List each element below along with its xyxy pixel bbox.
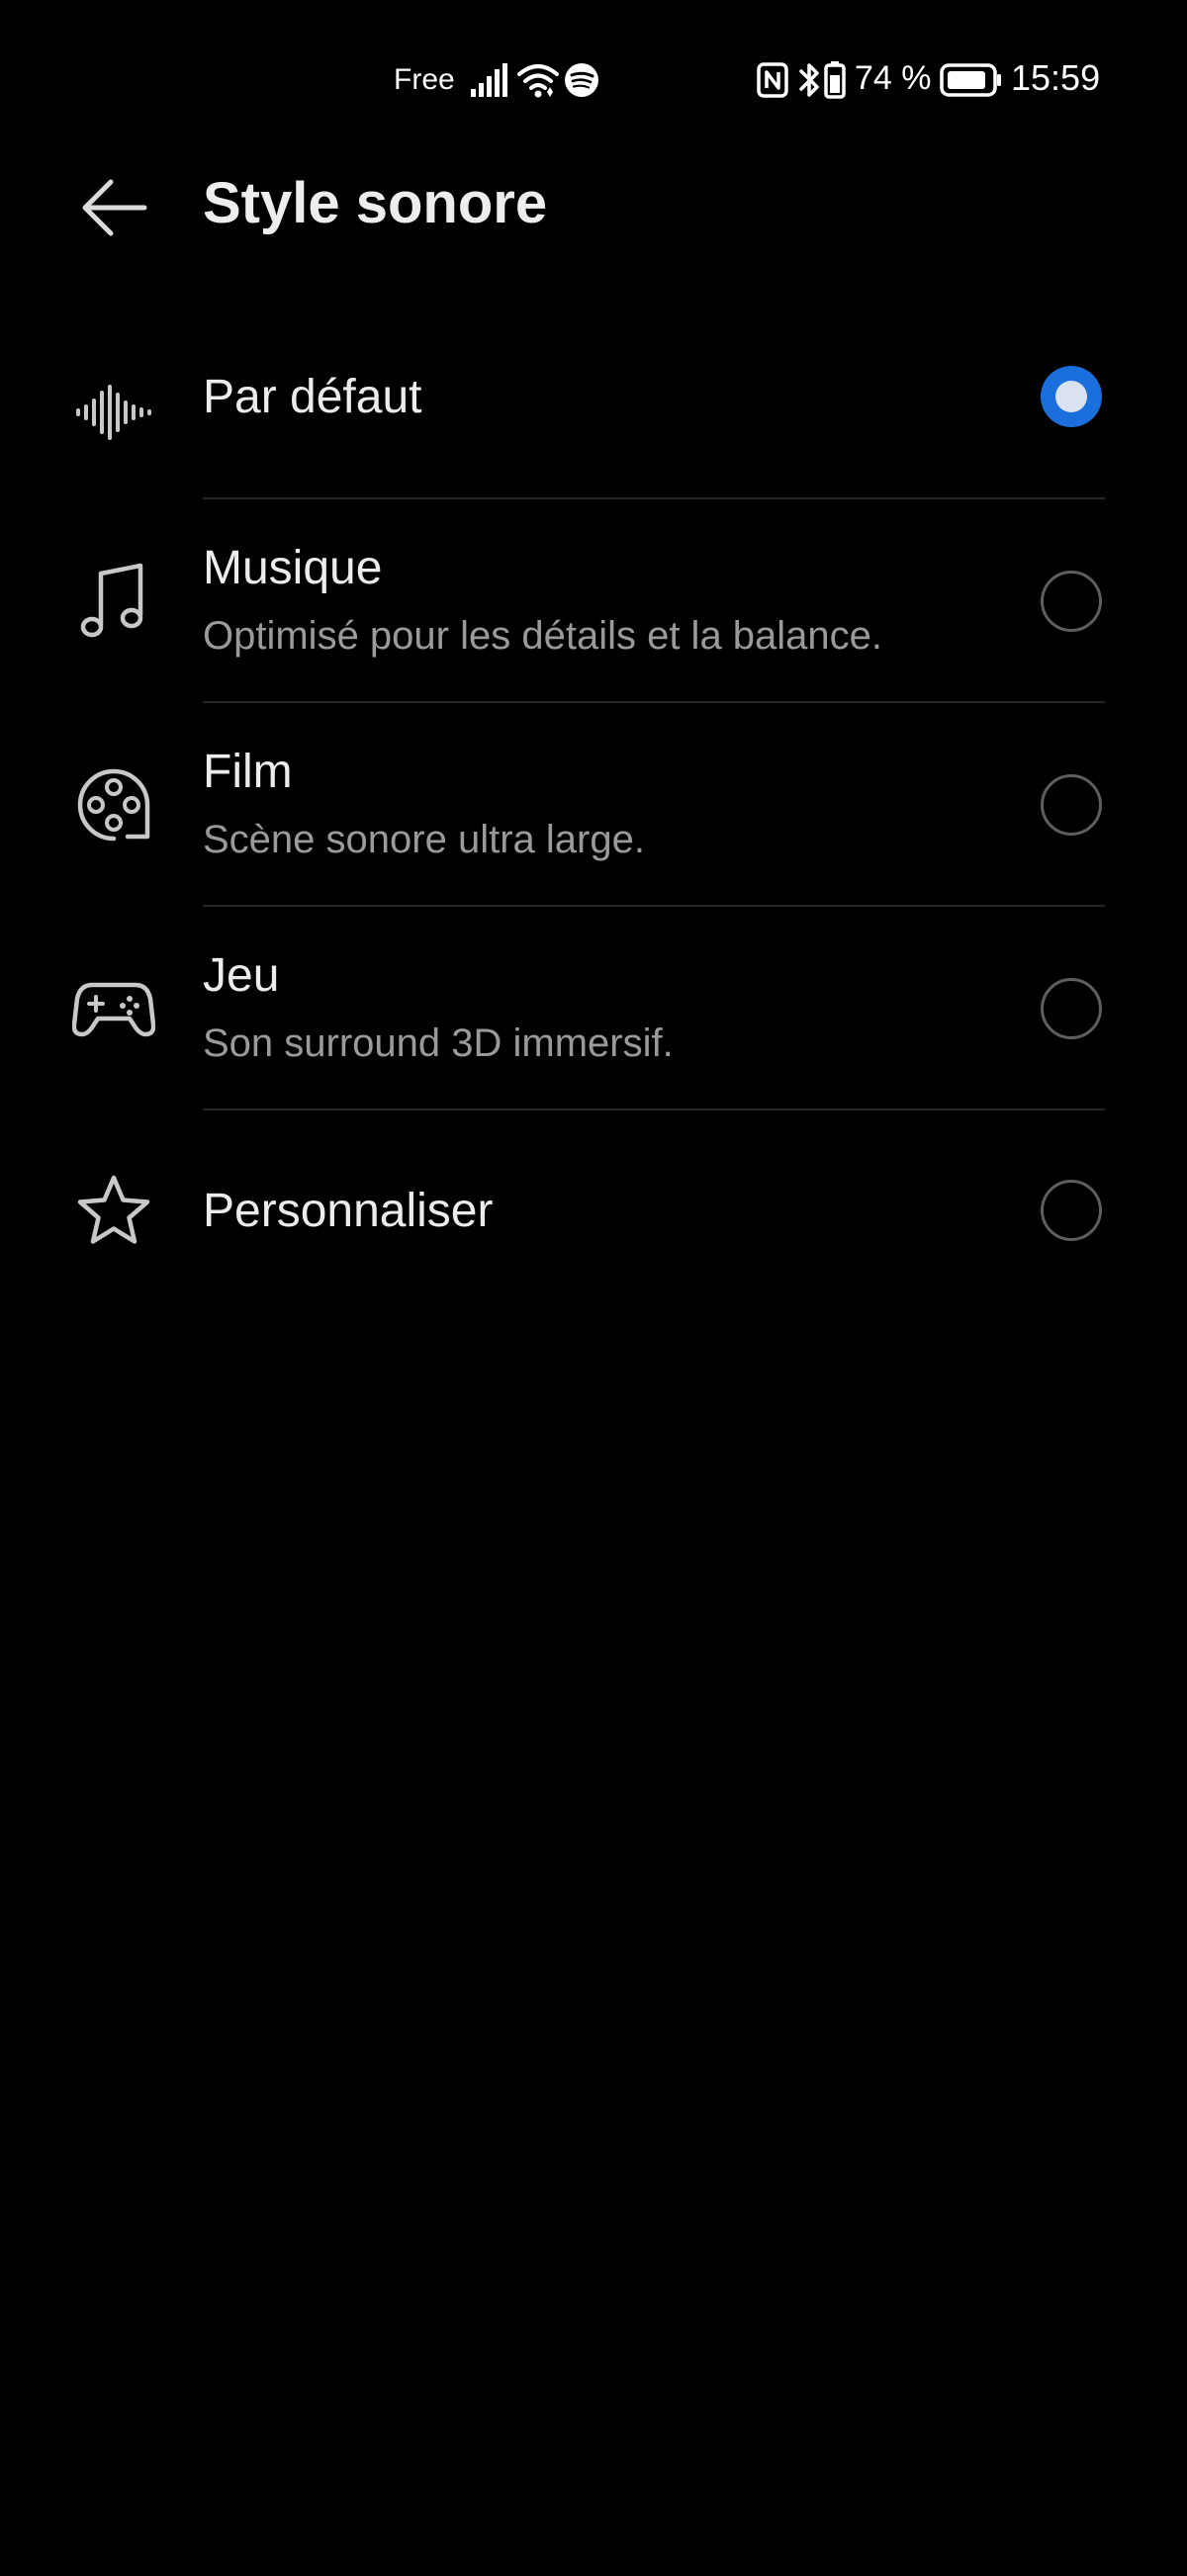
option-musique[interactable]: Musique Optimisé pour les détails et la … (0, 499, 1187, 702)
spotify-icon (565, 63, 598, 97)
status-bar: Free 74 % 15:59 (0, 0, 1187, 158)
option-title: Musique (203, 542, 383, 594)
option-subtitle: Son surround 3D immersif. (203, 1022, 674, 1065)
radio-button-selected[interactable] (1041, 366, 1102, 427)
option-title: Par défaut (203, 371, 422, 423)
gamepad-icon (69, 964, 158, 1053)
signal-icon (471, 63, 507, 97)
radio-button[interactable] (1041, 978, 1102, 1039)
back-button[interactable] (69, 168, 158, 247)
music-note-icon (69, 557, 158, 646)
carrier-label: Free (394, 63, 455, 96)
bluetooth-icon (799, 63, 819, 97)
battery-icon (940, 63, 1001, 97)
option-title: Film (203, 746, 293, 798)
star-icon (69, 1166, 158, 1255)
option-par-defaut[interactable]: Par défaut (0, 326, 1187, 499)
arrow-left-icon (82, 179, 147, 236)
option-subtitle: Scène sonore ultra large. (203, 818, 645, 861)
battery-saver-icon (824, 61, 846, 99)
nfc-icon (757, 62, 788, 98)
waveform-icon (69, 368, 158, 457)
option-subtitle: Optimisé pour les détails et la balance. (203, 614, 883, 658)
option-personnaliser[interactable]: Personnaliser (0, 1110, 1187, 1313)
page-title: Style sonore (203, 171, 548, 235)
option-film[interactable]: Film Scène sonore ultra large. (0, 703, 1187, 906)
option-title: Jeu (203, 949, 280, 1002)
battery-percent-label: 74 % (855, 59, 932, 97)
radio-button[interactable] (1041, 571, 1102, 632)
option-title: Personnaliser (203, 1185, 494, 1237)
clock-time: 15:59 (1011, 57, 1101, 98)
wifi-icon (517, 64, 559, 98)
option-jeu[interactable]: Jeu Son surround 3D immersif. (0, 907, 1187, 1110)
radio-button[interactable] (1041, 1180, 1102, 1241)
film-reel-icon (69, 760, 158, 849)
radio-button[interactable] (1041, 774, 1102, 836)
